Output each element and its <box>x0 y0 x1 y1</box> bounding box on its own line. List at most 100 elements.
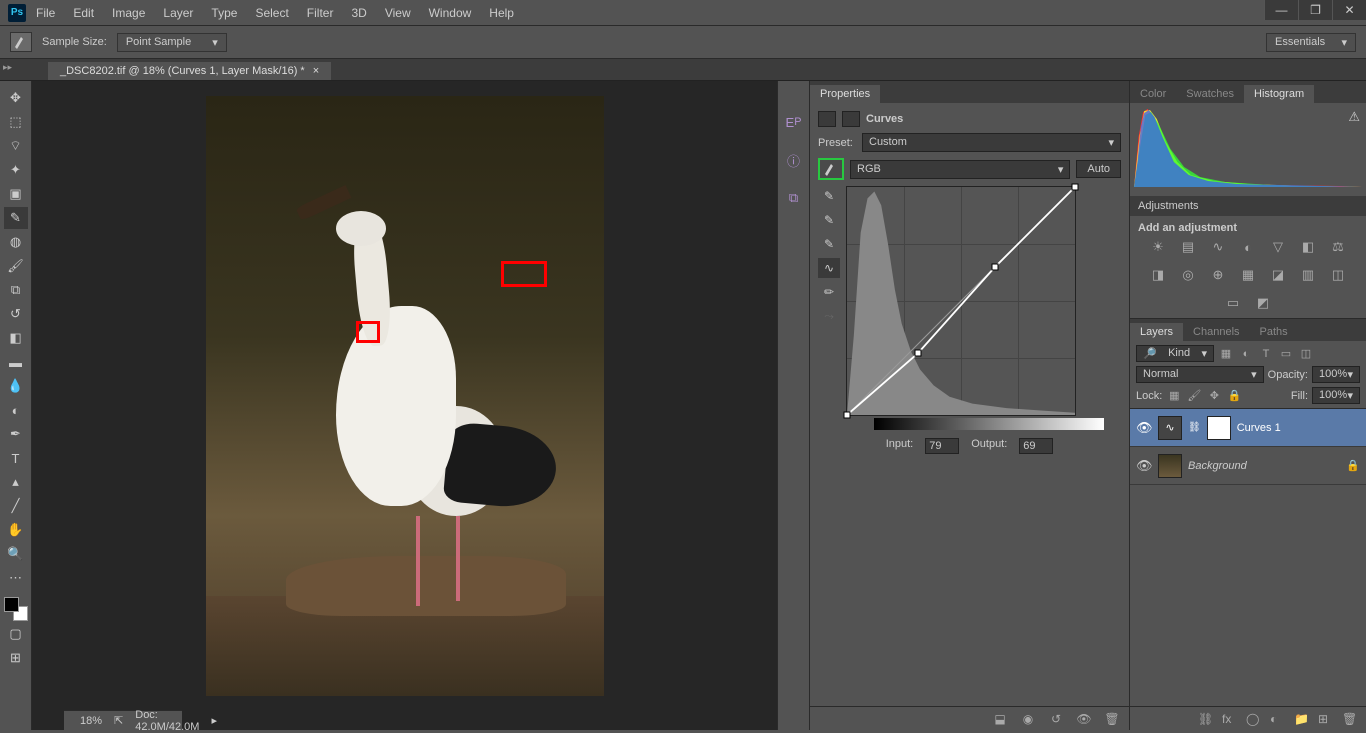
menu-window[interactable]: Window <box>429 6 472 20</box>
type-tool[interactable]: T <box>4 447 28 469</box>
curves-icon[interactable]: ∿ <box>1208 238 1228 256</box>
screen-mode-toggle[interactable]: ⊞ <box>4 647 28 669</box>
delete-layer-icon[interactable]: 🗑 <box>1342 712 1358 726</box>
invert-icon[interactable]: ◪ <box>1268 266 1288 284</box>
histogram-tab[interactable]: Histogram <box>1244 85 1314 103</box>
color-lookup-icon[interactable]: ▦ <box>1238 266 1258 284</box>
menu-select[interactable]: Select <box>255 6 288 20</box>
document-tab[interactable]: _DSC8202.tif @ 18% (Curves 1, Layer Mask… <box>48 62 331 80</box>
channels-tab[interactable]: Channels <box>1183 323 1249 341</box>
color-balance-icon[interactable]: ⚖ <box>1328 238 1348 256</box>
link-icon[interactable]: ⛓ <box>1188 422 1201 433</box>
warning-icon[interactable]: ⚠ <box>1348 109 1360 125</box>
layer-name[interactable]: Background <box>1188 460 1340 472</box>
view-previous-icon[interactable]: ◉ <box>1019 711 1037 727</box>
lock-icon[interactable]: 🔒 <box>1346 459 1360 472</box>
gray-eyedropper-icon[interactable]: ✎ <box>818 210 840 230</box>
menu-image[interactable]: Image <box>112 6 145 20</box>
eyedropper-tool[interactable]: ✎ <box>4 207 28 229</box>
curve-smooth-tool[interactable]: ⤳ <box>818 306 840 326</box>
curve-pencil-tool[interactable]: ✏ <box>818 282 840 302</box>
lock-transparency-icon[interactable]: ▦ <box>1166 388 1182 404</box>
lasso-tool[interactable]: ⌔ <box>4 135 28 157</box>
posterize-icon[interactable]: ▥ <box>1298 266 1318 284</box>
history-brush-tool[interactable]: ↺ <box>4 303 28 325</box>
minimize-button[interactable]: — <box>1264 0 1298 20</box>
quick-mask-toggle[interactable]: ▢ <box>4 623 28 645</box>
link-layers-icon[interactable]: ⛓ <box>1198 712 1214 726</box>
visibility-icon[interactable]: 👁 <box>1075 711 1093 727</box>
layer-row-background[interactable]: 👁 Background 🔒 <box>1130 447 1366 485</box>
maximize-button[interactable]: ❐ <box>1298 0 1332 20</box>
curve-point-tool[interactable]: ∿ <box>818 258 840 278</box>
exposure-icon[interactable]: ◐ <box>1238 238 1258 256</box>
add-mask-icon[interactable]: ◯ <box>1246 712 1262 726</box>
bw-icon[interactable]: ◨ <box>1148 266 1168 284</box>
curve-point[interactable] <box>844 412 851 419</box>
move-tool[interactable]: ✥ <box>4 87 28 109</box>
targeted-adjustment-tool[interactable] <box>818 158 844 180</box>
channel-mixer-icon[interactable]: ⊕ <box>1208 266 1228 284</box>
paths-tab[interactable]: Paths <box>1250 323 1298 341</box>
menu-file[interactable]: File <box>36 6 55 20</box>
layer-row-curves[interactable]: 👁 ∿ ⛓ Curves 1 <box>1130 409 1366 447</box>
canvas-area[interactable]: 18% ⇱ Doc: 42.0M/42.0M ▸ <box>32 81 777 730</box>
eraser-tool[interactable]: ◧ <box>4 327 28 349</box>
edit-toolbar[interactable]: ⋯ <box>4 567 28 589</box>
opacity-select[interactable]: 100%▾ <box>1312 366 1360 383</box>
curve-point[interactable] <box>1072 184 1079 191</box>
brush-tool[interactable]: 🖌 <box>4 255 28 277</box>
path-selection-tool[interactable]: ▴ <box>4 471 28 493</box>
chevron-right-icon[interactable]: ▸ <box>211 714 217 727</box>
lock-all-icon[interactable]: 🔒 <box>1226 388 1242 404</box>
visibility-toggle[interactable]: 👁 <box>1136 458 1152 474</box>
filter-type-icon[interactable]: T <box>1258 346 1274 362</box>
mask-icon[interactable] <box>842 111 860 127</box>
levels-icon[interactable]: ▤ <box>1178 238 1198 256</box>
menu-edit[interactable]: Edit <box>73 6 94 20</box>
output-value[interactable] <box>1019 438 1053 454</box>
current-tool-icon[interactable] <box>10 32 32 52</box>
menu-filter[interactable]: Filter <box>307 6 334 20</box>
color-swatches[interactable] <box>4 597 28 621</box>
extension-icon[interactable]: EP <box>783 111 805 133</box>
crop-tool[interactable]: ▣ <box>4 183 28 205</box>
zoom-tool[interactable]: 🔍 <box>4 543 28 565</box>
curve-point[interactable] <box>914 350 921 357</box>
black-eyedropper-icon[interactable]: ✎ <box>818 234 840 254</box>
panel-expand-icon[interactable]: ▸▸ <box>3 62 12 73</box>
layer-name[interactable]: Curves 1 <box>1237 422 1360 434</box>
threshold-icon[interactable]: ◫ <box>1328 266 1348 284</box>
sample-size-select[interactable]: Point Sample ▾ <box>117 33 227 52</box>
layer-style-icon[interactable]: fx <box>1222 712 1238 726</box>
layer-thumb[interactable] <box>1158 454 1182 478</box>
gradient-tool[interactable]: ▬ <box>4 351 28 373</box>
hand-tool[interactable]: ✋ <box>4 519 28 541</box>
hue-sat-icon[interactable]: ◧ <box>1298 238 1318 256</box>
input-value[interactable] <box>925 438 959 454</box>
filter-smart-icon[interactable]: ◫ <box>1298 346 1314 362</box>
channel-select[interactable]: RGB ▾ <box>850 160 1070 179</box>
clone-stamp-tool[interactable]: ⧉ <box>4 279 28 301</box>
brightness-contrast-icon[interactable]: ☀ <box>1148 238 1168 256</box>
close-tab-icon[interactable]: × <box>313 65 319 77</box>
dodge-tool[interactable]: ◐ <box>4 399 28 421</box>
zoom-level[interactable]: 18% <box>80 715 102 727</box>
photo-filter-icon[interactable]: ◎ <box>1178 266 1198 284</box>
adjustment-thumb[interactable]: ∿ <box>1158 416 1182 440</box>
white-eyedropper-icon[interactable]: ✎ <box>818 186 840 206</box>
clip-to-layer-icon[interactable]: ⬓ <box>991 711 1009 727</box>
new-layer-icon[interactable]: ⊞ <box>1318 712 1334 726</box>
swatches-tab[interactable]: Swatches <box>1176 85 1244 103</box>
pen-tool[interactable]: ✒ <box>4 423 28 445</box>
menu-view[interactable]: View <box>385 6 411 20</box>
lock-pixels-icon[interactable]: 🖌 <box>1186 388 1202 404</box>
filter-pixel-icon[interactable]: ▦ <box>1218 346 1234 362</box>
adjustment-icon[interactable] <box>818 111 836 127</box>
blend-mode-select[interactable]: Normal▾ <box>1136 366 1264 383</box>
new-adjustment-icon[interactable]: ◐ <box>1270 712 1286 726</box>
preset-select[interactable]: Custom ▾ <box>862 133 1121 152</box>
blur-tool[interactable]: 💧 <box>4 375 28 397</box>
menu-help[interactable]: Help <box>489 6 514 20</box>
vibrance-icon[interactable]: ▽ <box>1268 238 1288 256</box>
